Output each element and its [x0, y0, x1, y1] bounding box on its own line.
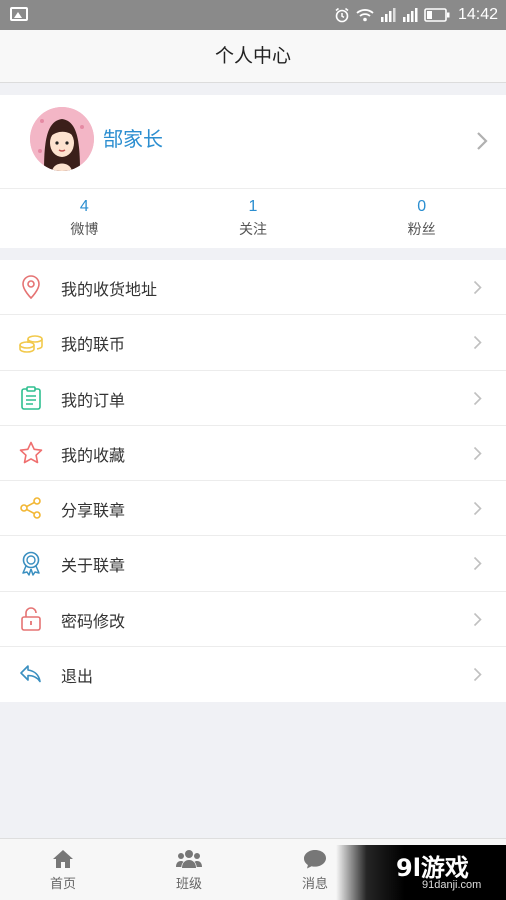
coins-icon — [19, 335, 43, 354]
stat-followers[interactable]: 0 粉丝 — [337, 189, 506, 248]
chevron-right-icon — [473, 612, 482, 626]
watermark-logo: 9l游戏 — [396, 854, 469, 882]
signal-icon-2 — [402, 8, 418, 22]
watermark-url: 91danji.com — [422, 879, 482, 891]
lock-icon — [21, 607, 41, 631]
status-time: 14:42 — [457, 6, 498, 23]
menu-item-orders[interactable]: 我的订单 — [0, 371, 506, 426]
status-icons: 14:42 — [334, 4, 498, 26]
menu-label: 我的收货地址 — [61, 280, 158, 299]
menu-label: 密码修改 — [61, 611, 126, 631]
menu-item-coins[interactable]: 我的联币 — [0, 315, 506, 371]
chat-icon — [304, 850, 326, 869]
alarm-icon — [335, 7, 349, 23]
home-icon — [53, 850, 73, 868]
menu-label: 我的联币 — [61, 335, 126, 355]
wifi-icon — [356, 9, 374, 22]
stat-value: 0 — [417, 198, 427, 215]
gallery-notification-icon — [10, 7, 28, 21]
chevron-right-icon — [473, 391, 482, 405]
tab-class[interactable]: 班级 — [126, 839, 252, 900]
stat-following[interactable]: 1 关注 — [169, 189, 338, 248]
share-icon — [20, 497, 41, 519]
watermark: 9l游戏 91danji.com — [336, 845, 506, 900]
page-title: 个人中心 — [0, 30, 506, 83]
stat-label: 粉丝 — [407, 222, 436, 238]
menu-label: 退出 — [61, 667, 94, 687]
signal-icon-1 — [380, 8, 396, 22]
group-icon — [176, 850, 202, 868]
menu-item-address[interactable]: 我的收货地址 — [0, 260, 506, 316]
badge-icon — [22, 552, 40, 577]
menu-item-share[interactable]: 分享联章 — [0, 481, 506, 537]
chevron-right-icon — [473, 446, 482, 460]
tab-home[interactable]: 首页 — [0, 839, 126, 900]
location-pin-icon — [22, 275, 40, 300]
chevron-right-icon — [473, 336, 482, 350]
menu-item-logout[interactable]: 退出 — [0, 647, 506, 702]
avatar[interactable] — [30, 107, 94, 171]
chevron-right-icon — [477, 132, 488, 150]
menu-item-password[interactable]: 密码修改 — [0, 592, 506, 648]
chevron-right-icon — [473, 280, 482, 295]
stat-value: 1 — [248, 198, 258, 215]
menu-label: 分享联章 — [61, 501, 126, 521]
chevron-right-icon — [473, 557, 482, 571]
chevron-right-icon — [473, 668, 482, 682]
stat-weibo[interactable]: 4 微博 — [0, 189, 169, 248]
menu-label: 我的收藏 — [61, 445, 126, 465]
menu-item-favorites[interactable]: 我的收藏 — [0, 426, 506, 482]
profile-card[interactable]: 郜家长 — [0, 95, 506, 188]
tab-label: 首页 — [49, 877, 76, 892]
stat-label: 关注 — [239, 222, 267, 238]
reply-icon — [20, 665, 41, 683]
profile-name: 郜家长 — [103, 127, 163, 151]
menu-label: 关于联章 — [61, 556, 126, 576]
star-icon — [19, 441, 43, 464]
clipboard-icon — [21, 385, 41, 410]
menu-label: 我的订单 — [61, 390, 126, 410]
menu-item-about[interactable]: 关于联章 — [0, 536, 506, 592]
menu-list: 我的收货地址 我的联币 我的订单 我的收藏 分享联章 关于联章 密码修改 退出 — [0, 260, 506, 703]
status-bar: 14:42 — [0, 0, 506, 30]
tab-label: 班级 — [175, 877, 202, 892]
stat-label: 微博 — [70, 222, 99, 238]
battery-icon — [424, 8, 450, 22]
stats-row: 4 微博 1 关注 0 粉丝 — [0, 188, 506, 248]
chevron-right-icon — [473, 502, 482, 516]
stat-value: 4 — [79, 198, 89, 215]
